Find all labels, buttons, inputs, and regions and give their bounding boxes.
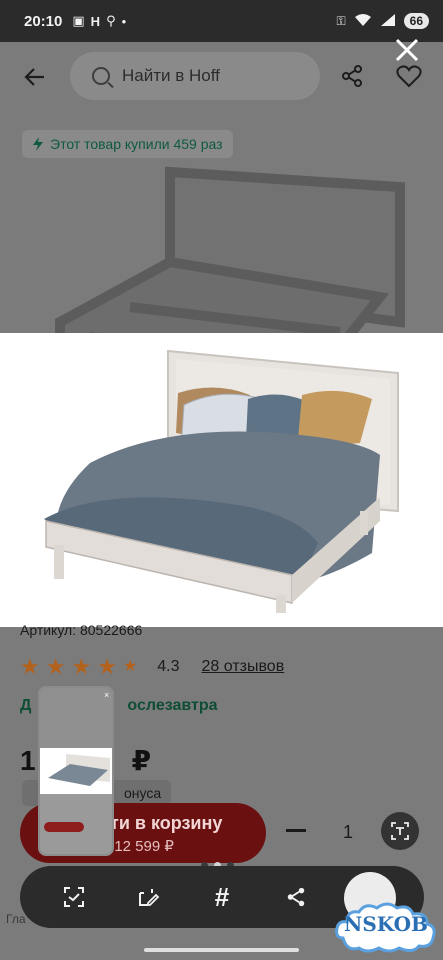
bought-count-text: Этот товар купили 459 раз	[50, 136, 223, 152]
search-placeholder: Найти в Hoff	[122, 66, 220, 85]
wifi-icon	[354, 13, 372, 30]
price-visible-start: 1	[20, 745, 36, 776]
thumbnail-bed-icon	[48, 754, 110, 786]
home-indicator[interactable]	[144, 948, 299, 952]
key-icon: ⚿	[336, 13, 346, 28]
quantity-value: 1	[343, 822, 354, 842]
back-button[interactable]	[22, 64, 48, 90]
star-icon: ★	[71, 654, 92, 679]
battery-badge: 66	[403, 13, 429, 29]
h-app-icon: H	[90, 13, 101, 29]
star-half-icon: ★	[122, 658, 138, 675]
delivery-visible-end: ослезавтра	[127, 697, 218, 714]
status-right: ⚿ 66	[336, 13, 429, 30]
delivery-visible-start: Д	[20, 697, 32, 714]
scan-icon	[64, 887, 84, 907]
bed-image	[44, 349, 399, 613]
screenshot-icon: ▣	[72, 13, 85, 28]
add-to-cart-label: ти в корзину	[110, 813, 223, 833]
quantity-minus-button[interactable]	[286, 829, 306, 832]
add-to-cart-price: / 12 599 ₽	[106, 838, 174, 855]
signal-icon	[380, 13, 396, 30]
dot-icon: •	[121, 13, 127, 29]
rating-value: 4.3	[157, 658, 180, 675]
hashtag-icon: #	[214, 881, 230, 912]
arrow-left-icon	[24, 68, 44, 86]
share-button[interactable]	[340, 64, 364, 88]
edit-screenshot-icon	[139, 889, 160, 906]
search-status-icon: ⚲	[106, 13, 116, 28]
search-input[interactable]: Найти в Hoff	[70, 52, 320, 100]
scan-button[interactable]	[60, 883, 88, 911]
favorite-button[interactable]	[396, 64, 422, 88]
thumbnail-image	[40, 748, 112, 794]
watermark-text: NSKOB	[344, 912, 428, 936]
star-icon: ★	[20, 654, 40, 679]
heart-icon	[396, 65, 422, 88]
star-icon: ★	[97, 654, 117, 679]
behind-toolbar-text: Гла	[6, 912, 26, 926]
thumbnail-cart-button	[44, 822, 84, 832]
text-extract-button[interactable]	[381, 812, 419, 850]
status-bar: 20:10 ▣ H ⚲ • ⚿ 66	[0, 0, 443, 42]
watermark-logo: NSKOB	[333, 898, 439, 954]
text-scan-icon	[391, 822, 409, 840]
share-icon	[287, 887, 305, 907]
lightning-icon	[33, 137, 43, 151]
sku-text: Артикул: 80522666	[20, 622, 143, 638]
screenshot-thumbnail[interactable]: ×	[38, 686, 114, 856]
rating-row[interactable]: ★ ★ ★ ★ ★ 4.3 28 отзывов	[20, 656, 284, 678]
search-icon	[92, 67, 110, 85]
share-icon	[342, 65, 362, 87]
bought-count-badge: Этот товар купили 459 раз	[22, 130, 233, 158]
edit-screenshot-button[interactable]	[134, 883, 162, 911]
star-icon: ★	[45, 654, 66, 679]
top-bar: Найти в Hoff	[0, 52, 443, 102]
currency-symbol: ₽	[131, 745, 152, 776]
hashtag-button[interactable]: #	[208, 881, 236, 912]
status-notification-icons: ▣ H ⚲ •	[72, 13, 126, 29]
share-screenshot-button[interactable]	[282, 883, 310, 911]
thumbnail-close-icon[interactable]: ×	[104, 690, 109, 700]
bonus-text: онуса	[124, 785, 162, 801]
status-time: 20:10	[24, 12, 63, 30]
reviews-link[interactable]: 28 отзывов	[202, 658, 285, 676]
close-icon	[395, 38, 419, 62]
thumbnail-top	[40, 688, 112, 748]
product-image[interactable]	[0, 333, 443, 627]
close-button[interactable]	[393, 36, 421, 64]
